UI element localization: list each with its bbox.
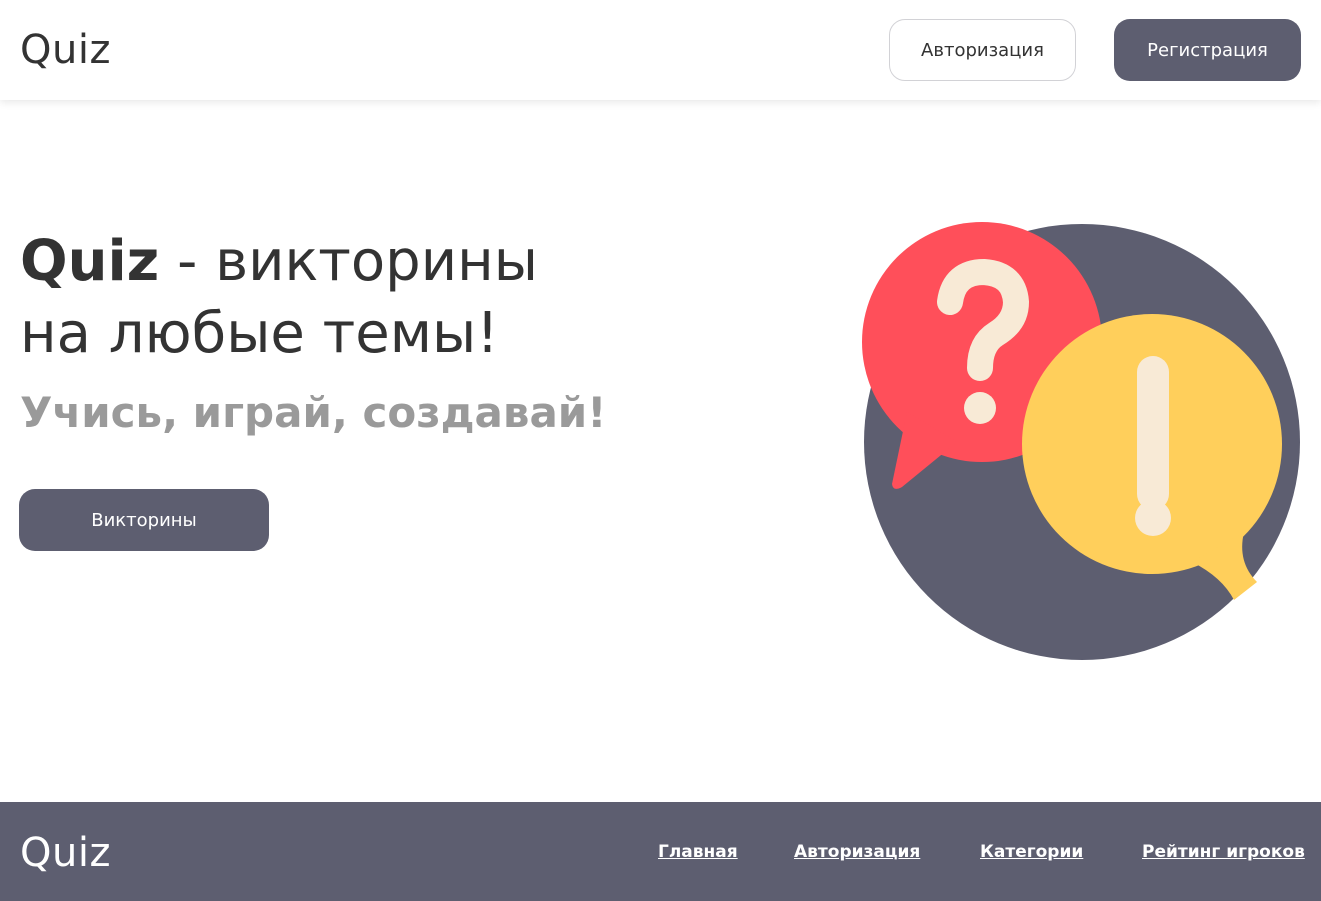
quizzes-button[interactable]: Викторины [19, 489, 269, 551]
footer-link-login[interactable]: Авторизация [794, 842, 920, 862]
hero-title-line2: на любые темы! [20, 301, 499, 366]
hero-title-brand: Quiz [20, 229, 160, 294]
quiz-illustration [862, 222, 1300, 660]
footer-link-categories[interactable]: Категории [980, 842, 1083, 862]
hero-title-rest: - викторины [159, 229, 538, 294]
hero-slogan: Учись, играй, создавай! [20, 388, 607, 437]
hero-title: Quiz - викторины на любые темы! [20, 226, 660, 370]
footer-link-home[interactable]: Главная [658, 842, 738, 862]
register-button[interactable]: Регистрация [1114, 19, 1301, 81]
login-button[interactable]: Авторизация [889, 19, 1076, 81]
header-logo[interactable]: Quiz [20, 26, 111, 74]
site-header: Quiz Авторизация Регистрация [0, 0, 1321, 100]
footer-link-rating[interactable]: Рейтинг игроков [1142, 842, 1305, 862]
footer-logo[interactable]: Quiz [20, 829, 111, 877]
